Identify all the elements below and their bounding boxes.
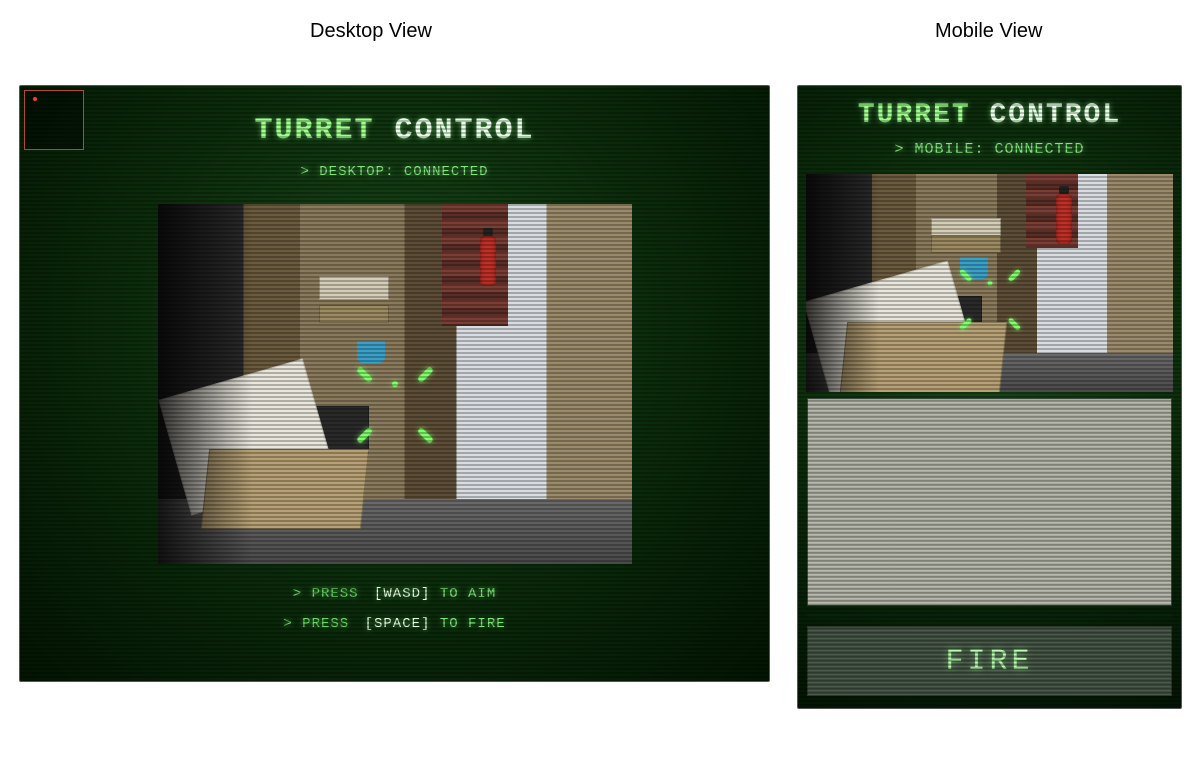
hint-aim-suffix: TO AIM bbox=[440, 586, 496, 602]
hint-fire: > PRESS [SPACE] TO FIRE bbox=[20, 616, 769, 632]
fire-extinguisher-icon bbox=[480, 236, 496, 286]
desktop-status-prefix: > DESKTOP: bbox=[300, 164, 394, 180]
mobile-camera-feed[interactable] bbox=[806, 174, 1173, 392]
hint-aim-key: [WASD] bbox=[374, 586, 430, 602]
desktop-view-label: Desktop View bbox=[310, 20, 432, 43]
camera-scene bbox=[158, 204, 632, 564]
mobile-status-prefix: > MOBILE: bbox=[894, 141, 984, 158]
hint-aim-prefix: > PRESS bbox=[293, 586, 359, 602]
mobile-panel: TURRET CONTROL > MOBILE: CONNECTED FI bbox=[797, 85, 1182, 709]
app-title: TURRET CONTROL bbox=[20, 114, 769, 148]
app-title-word1: TURRET bbox=[254, 114, 374, 148]
app-title-mobile-word2: CONTROL bbox=[990, 100, 1122, 131]
desktop-panel: TURRET CONTROL > DESKTOP: CONNECTED bbox=[19, 85, 770, 682]
hint-fire-key: [SPACE] bbox=[365, 616, 431, 632]
mobile-status-value: CONNECTED bbox=[995, 141, 1085, 158]
mobile-view-label: Mobile View bbox=[935, 20, 1042, 43]
camera-scene-mobile bbox=[806, 174, 1173, 392]
fire-button[interactable]: FIRE bbox=[807, 626, 1172, 696]
desktop-camera-feed[interactable] bbox=[158, 204, 632, 564]
hint-fire-prefix: > PRESS bbox=[283, 616, 349, 632]
app-title-mobile: TURRET CONTROL bbox=[798, 100, 1181, 131]
minimap[interactable] bbox=[24, 90, 84, 150]
panel-divider bbox=[807, 614, 1172, 618]
app-title-mobile-word1: TURRET bbox=[858, 100, 971, 131]
hint-aim: > PRESS [WASD] TO AIM bbox=[20, 586, 769, 602]
app-title-word2: CONTROL bbox=[395, 114, 535, 148]
desktop-status-value: CONNECTED bbox=[404, 164, 489, 180]
desktop-hints: > PRESS [WASD] TO AIM > PRESS [SPACE] TO… bbox=[20, 586, 769, 632]
aim-touchpad[interactable] bbox=[807, 398, 1172, 606]
minimap-marker-icon bbox=[33, 97, 37, 101]
hint-fire-suffix: TO FIRE bbox=[440, 616, 506, 632]
fire-extinguisher-icon bbox=[1056, 194, 1072, 244]
mobile-status: > MOBILE: CONNECTED bbox=[798, 141, 1181, 158]
desktop-status: > DESKTOP: CONNECTED bbox=[20, 164, 769, 180]
